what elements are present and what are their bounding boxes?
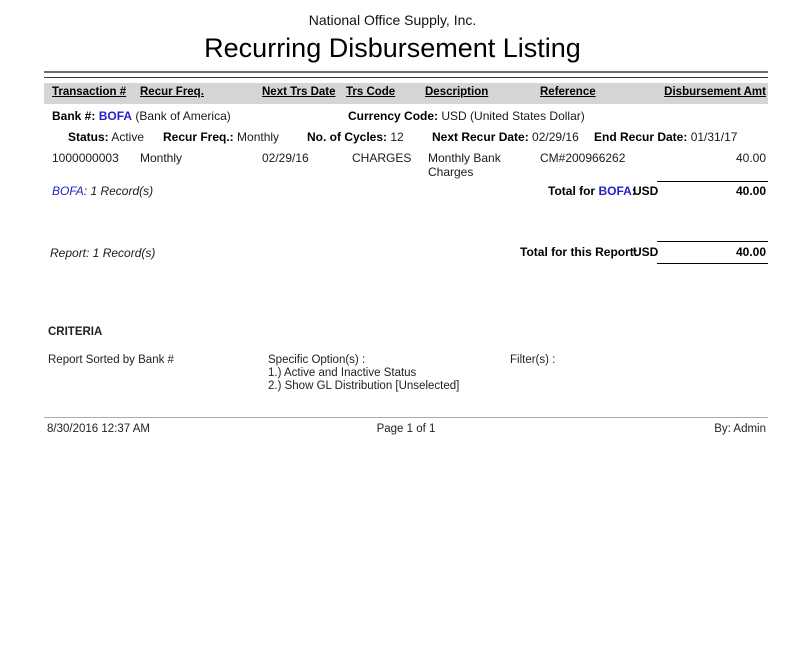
recur-freq-value: Monthly [237,130,279,144]
cycles-field: No. of Cycles: 12 [307,130,404,144]
status-value: Active [111,130,144,144]
cell-trs-code: CHARGES [352,151,411,165]
currency-label: Currency Code: [348,109,438,123]
criteria-option-2: 2.) Show GL Distribution [Unselected] [268,380,459,393]
report-total-overline [657,241,768,242]
column-header-reference: Reference [540,86,596,98]
cell-next-trs-date: 02/29/16 [262,151,309,165]
next-recur-date-value: 02/29/16 [532,130,579,144]
currency-value: USD (United States Dollar) [441,109,584,123]
report-page: National Office Supply, Inc. Recurring D… [0,0,785,662]
column-header-disbursement-amt: Disbursement Amt [664,86,766,98]
footer-author: By: Admin [44,423,766,435]
group-total-amount: 40.00 [648,184,766,198]
group-total-label-text: Total for [548,184,598,198]
column-header-transaction: Transaction # [52,86,126,98]
cell-description: Monthly Bank Charges [428,151,524,179]
report-title: Recurring Disbursement Listing [0,33,785,64]
group-total-overline [657,181,768,182]
report-total-underline [657,263,768,264]
criteria-heading: CRITERIA [48,326,102,338]
bank-header: Bank #: BOFA (Bank of America) [52,109,231,123]
status-field: Status: Active [68,130,144,144]
report-total-amount: 40.00 [648,245,766,259]
group-record-count-text: : 1 Record(s) [84,184,153,198]
report-record-count: Report: 1 Record(s) [50,246,155,260]
end-recur-date-value: 01/31/17 [691,130,738,144]
bank-label: Bank #: [52,109,95,123]
cell-reference: CM#200966262 [540,151,625,165]
criteria-specific-options-label: Specific Option(s) : [268,354,459,367]
company-name: National Office Supply, Inc. [0,12,785,28]
status-label: Status: [68,130,109,144]
column-header-trs-code: Trs Code [346,86,395,98]
cycles-label: No. of Cycles: [307,130,387,144]
group-total-label: Total for BOFA: [548,184,636,198]
cell-amount: 40.00 [648,151,766,165]
criteria-filters-label: Filter(s) : [510,354,555,366]
cycles-value: 12 [390,130,403,144]
group-record-count: BOFA: 1 Record(s) [52,184,153,198]
cell-transaction: 1000000003 [52,151,119,165]
bank-code: BOFA [99,109,132,123]
title-divider-rule [44,71,768,78]
cell-recur-freq: Monthly [140,151,182,165]
column-header-description: Description [425,86,488,98]
column-header-next-trs-date: Next Trs Date [262,86,336,98]
footer-rule [44,417,768,418]
currency-header: Currency Code: USD (United States Dollar… [348,109,585,123]
group-total-bank-code: BOFA [598,184,631,198]
recur-freq-field: Recur Freq.: Monthly [163,130,279,144]
report-total-label: Total for this Report: [520,245,638,259]
bank-name: (Bank of America) [135,109,230,123]
end-recur-date-field: End Recur Date: 01/31/17 [594,130,737,144]
next-recur-date-field: Next Recur Date: 02/29/16 [432,130,579,144]
column-header-recur-freq: Recur Freq. [140,86,204,98]
criteria-specific-options: Specific Option(s) : 1.) Active and Inac… [268,354,459,394]
table-column-header-bar: Transaction # Recur Freq. Next Trs Date … [44,83,768,104]
end-recur-date-label: End Recur Date: [594,130,687,144]
next-recur-date-label: Next Recur Date: [432,130,529,144]
criteria-sorted-by: Report Sorted by Bank # [48,354,174,366]
group-record-count-code: BOFA [52,184,84,198]
criteria-option-1: 1.) Active and Inactive Status [268,367,459,380]
recur-freq-label: Recur Freq.: [163,130,234,144]
